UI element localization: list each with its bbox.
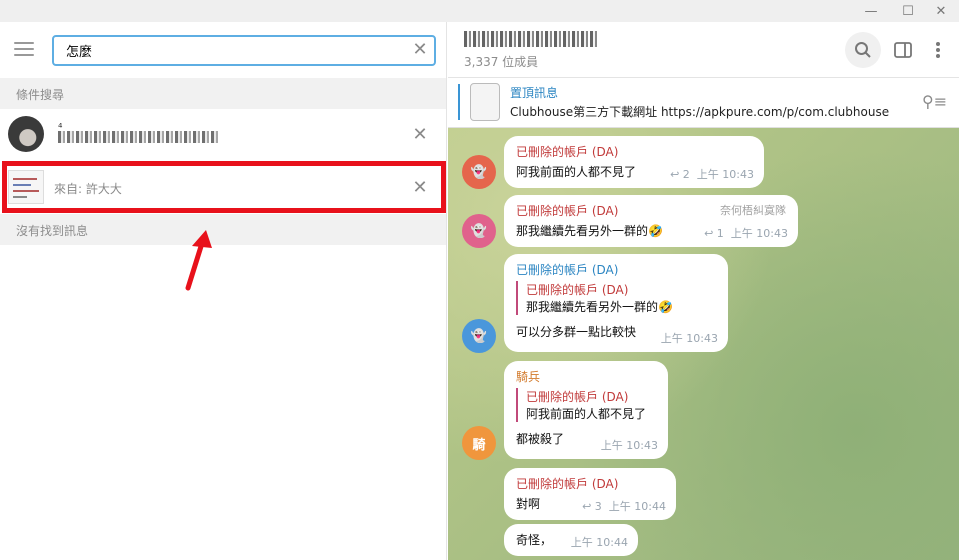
sender-name[interactable]: 已刪除的帳戶 (DA) <box>516 261 716 278</box>
ghost-icon: 👻 <box>470 328 488 344</box>
message-time: 上午 10:44 <box>608 500 666 513</box>
pinned-title: 置頂訊息 <box>510 86 559 100</box>
message-time: 上午 10:43 <box>696 168 754 181</box>
message-meta: ↩ 2 上午 10:43 <box>670 166 754 182</box>
message-time: 上午 10:43 <box>600 439 658 452</box>
message-bubble[interactable]: 騎兵 已刪除的帳戶 (DA) 阿我前面的人都不見了 都被殺了 上午 10:43 <box>504 361 668 459</box>
ghost-icon: 👻 <box>470 164 488 180</box>
pinned-message[interactable]: 置頂訊息 Clubhouse第三方下載網址 https://apkpure.co… <box>448 78 959 128</box>
menu-icon[interactable] <box>14 42 34 56</box>
reply-count[interactable]: 3 <box>595 500 602 513</box>
search-icon[interactable] <box>845 32 881 68</box>
close-window-icon[interactable]: ✕ <box>926 0 956 22</box>
no-messages-label: 沒有找到訊息 <box>16 224 89 238</box>
quote-sender: 已刪除的帳戶 (DA) <box>526 390 629 404</box>
avatar[interactable]: 👻 <box>462 214 496 248</box>
message-time: 上午 10:44 <box>570 536 628 549</box>
red-arrow-annotation <box>185 230 212 291</box>
avatar[interactable]: 👻 <box>462 319 496 353</box>
pinned-indicator <box>458 84 460 120</box>
reply-icon[interactable]: ↩ <box>582 500 591 513</box>
reply-icon[interactable]: ↩ <box>704 227 713 240</box>
quote-text: 阿我前面的人都不見了 <box>526 407 647 421</box>
member-count: 3,337 位成員 <box>464 55 539 69</box>
message-bubble[interactable]: 已刪除的帳戶 (DA) 對啊 ↩ 3 上午 10:44 <box>504 468 676 520</box>
blurred-name <box>58 131 218 143</box>
avatar[interactable]: 騎 <box>462 426 496 460</box>
avatar[interactable]: 👻 <box>462 155 496 189</box>
blurred-chat-title[interactable] <box>464 31 598 47</box>
reply-quote[interactable]: 已刪除的帳戶 (DA) 那我繼續先看另外一群的🤣 <box>516 281 716 315</box>
chat-panel: 3,337 位成員 置頂訊息 Clubhouse第三方下載網址 https://… <box>448 22 959 560</box>
quote-text: 那我繼續先看另外一群的🤣 <box>526 300 673 314</box>
sender-name[interactable]: 已刪除的帳戶 (DA) <box>516 475 664 492</box>
sidebar-toggle-icon[interactable] <box>885 32 921 68</box>
message-time: 上午 10:43 <box>730 227 788 240</box>
message-meta: ↩ 1 上午 10:43 <box>704 225 788 241</box>
highlight-box <box>2 161 446 213</box>
more-options-icon[interactable] <box>920 32 956 68</box>
clear-search-icon[interactable]: ✕ <box>410 40 430 60</box>
message-bubble[interactable]: 已刪除的帳戶 (DA) 奈何梧糾寞隊 那我繼續先看另外一群的🤣 ↩ 1 上午 1… <box>504 195 798 247</box>
section-conditions: 條件搜尋 <box>0 78 446 109</box>
chat-header: 3,337 位成員 <box>448 22 959 78</box>
minimize-icon[interactable]: — <box>856 0 886 22</box>
section-conditions-label: 條件搜尋 <box>16 88 65 102</box>
quote-sender: 已刪除的帳戶 (DA) <box>526 283 629 297</box>
reply-icon[interactable]: ↩ <box>670 168 679 181</box>
reply-count[interactable]: 1 <box>717 227 724 240</box>
maximize-icon[interactable]: ☐ <box>893 0 923 22</box>
remove-result-icon[interactable]: ✕ <box>410 125 430 145</box>
message-time: 上午 10:43 <box>660 332 718 345</box>
title-bar: — ☐ ✕ <box>0 0 959 22</box>
reply-quote[interactable]: 已刪除的帳戶 (DA) 阿我前面的人都不見了 <box>516 388 656 422</box>
admin-tag: 奈何梧糾寞隊 <box>720 204 786 217</box>
pin-list-icon[interactable]: ⚲≡ <box>922 92 947 111</box>
sender-name[interactable]: 已刪除的帳戶 (DA) <box>516 143 752 160</box>
message-bubble[interactable]: 奇怪， 上午 10:44 <box>504 524 638 556</box>
message-bubble[interactable]: 已刪除的帳戶 (DA) 已刪除的帳戶 (DA) 那我繼續先看另外一群的🤣 可以分… <box>504 254 728 352</box>
pinned-text: Clubhouse第三方下載網址 https://apkpure.com/p/c… <box>510 105 890 119</box>
reply-count[interactable]: 2 <box>683 168 690 181</box>
message-bubble[interactable]: 已刪除的帳戶 (DA) 阿我前面的人都不見了 ↩ 2 上午 10:43 <box>504 136 764 188</box>
ghost-icon: 👻 <box>470 223 488 239</box>
avatar <box>8 116 44 152</box>
search-result-user[interactable]: ⁴ ✕ <box>0 109 446 161</box>
message-meta: ↩ 3 上午 10:44 <box>582 498 666 514</box>
pinned-thumbnail <box>470 83 500 121</box>
sender-name[interactable]: 騎兵 <box>516 368 656 385</box>
search-input[interactable] <box>52 35 436 66</box>
